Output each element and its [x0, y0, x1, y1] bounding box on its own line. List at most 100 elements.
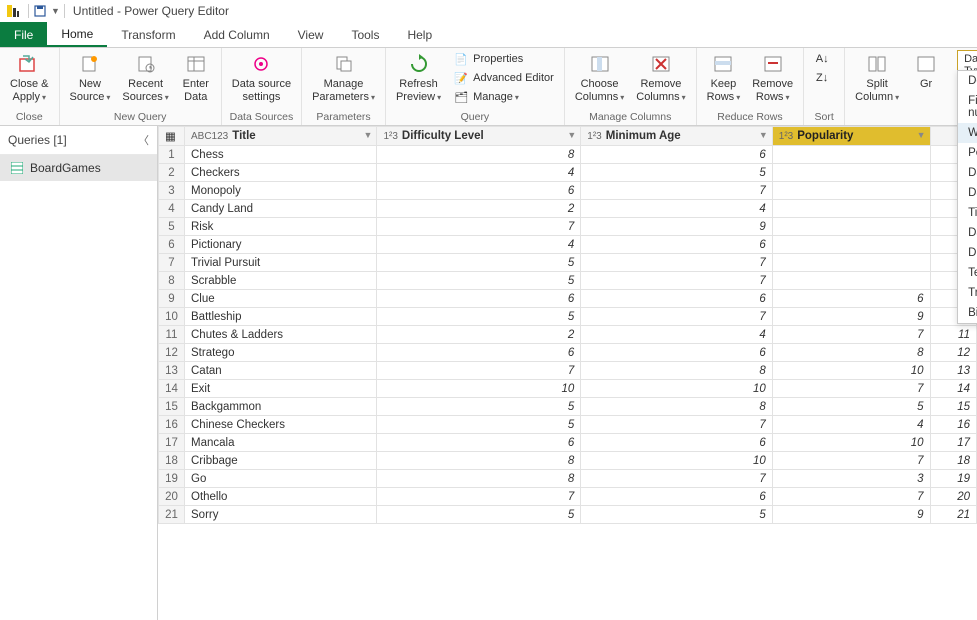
- cell[interactable]: Mancala: [185, 434, 377, 452]
- cell[interactable]: 2: [377, 326, 581, 344]
- new-source-button[interactable]: New Source: [66, 50, 115, 105]
- cell[interactable]: 5: [377, 254, 581, 272]
- cell[interactable]: Catan: [185, 362, 377, 380]
- cell[interactable]: 14: [930, 380, 976, 398]
- cell[interactable]: 19: [930, 470, 976, 488]
- advanced-editor-button[interactable]: 📝Advanced Editor: [449, 69, 558, 87]
- cell[interactable]: 7: [772, 326, 930, 344]
- cell[interactable]: [772, 164, 930, 182]
- cell[interactable]: Cribbage: [185, 452, 377, 470]
- cell[interactable]: Othello: [185, 488, 377, 506]
- cell[interactable]: 6: [581, 488, 772, 506]
- cell[interactable]: 7: [772, 488, 930, 506]
- cell[interactable]: [772, 200, 930, 218]
- cell[interactable]: Candy Land: [185, 200, 377, 218]
- cell[interactable]: 10: [377, 380, 581, 398]
- data-type-option[interactable]: True/False: [958, 283, 977, 303]
- cell[interactable]: Scrabble: [185, 272, 377, 290]
- table-row[interactable]: 6Pictionary466: [159, 236, 977, 254]
- cell[interactable]: 9: [772, 308, 930, 326]
- table-row[interactable]: 3Monopoly673: [159, 182, 977, 200]
- refresh-preview-button[interactable]: Refresh Preview: [392, 50, 445, 105]
- cell[interactable]: Go: [185, 470, 377, 488]
- cell[interactable]: 4: [581, 200, 772, 218]
- split-column-button[interactable]: Split Column: [851, 50, 903, 105]
- filter-icon[interactable]: ▼: [567, 130, 576, 140]
- data-type-option[interactable]: Text: [958, 263, 977, 283]
- cell[interactable]: 4: [772, 416, 930, 434]
- cell[interactable]: 6: [581, 290, 772, 308]
- cell[interactable]: Risk: [185, 218, 377, 236]
- table-row[interactable]: 10Battleship57910: [159, 308, 977, 326]
- data-grid[interactable]: ▦ABC123Title▼1²3Difficulty Level▼1²3Mini…: [158, 126, 977, 620]
- table-row[interactable]: 20Othello76720: [159, 488, 977, 506]
- tab-tools[interactable]: Tools: [337, 22, 393, 47]
- cell[interactable]: Backgammon: [185, 398, 377, 416]
- cell[interactable]: 6: [377, 434, 581, 452]
- cell[interactable]: 5: [377, 506, 581, 524]
- cell[interactable]: 6: [772, 290, 930, 308]
- cell[interactable]: [772, 218, 930, 236]
- cell[interactable]: 5: [377, 398, 581, 416]
- table-row[interactable]: 14Exit1010714: [159, 380, 977, 398]
- table-row[interactable]: 9Clue6669: [159, 290, 977, 308]
- cell[interactable]: 5: [581, 506, 772, 524]
- table-row[interactable]: 7Trivial Pursuit577: [159, 254, 977, 272]
- cell[interactable]: Monopoly: [185, 182, 377, 200]
- filter-icon[interactable]: ▼: [364, 130, 373, 140]
- cell[interactable]: 9: [772, 506, 930, 524]
- table-row[interactable]: 16Chinese Checkers57416: [159, 416, 977, 434]
- cell[interactable]: 7: [377, 218, 581, 236]
- manage-button[interactable]: 🗂Manage: [449, 88, 558, 106]
- query-item[interactable]: BoardGames: [0, 155, 157, 181]
- collapse-icon[interactable]: 〈: [138, 132, 149, 148]
- cell[interactable]: [772, 254, 930, 272]
- cell[interactable]: 8: [377, 470, 581, 488]
- table-row[interactable]: 5Risk795: [159, 218, 977, 236]
- cell[interactable]: 20: [930, 488, 976, 506]
- cell[interactable]: Pictionary: [185, 236, 377, 254]
- cell[interactable]: 7: [581, 416, 772, 434]
- table-row[interactable]: 1Chess861: [159, 146, 977, 164]
- cell[interactable]: [772, 236, 930, 254]
- cell[interactable]: 2: [377, 200, 581, 218]
- properties-button[interactable]: 📄Properties: [449, 50, 558, 68]
- sort-desc-button[interactable]: Z↓: [810, 69, 838, 87]
- tab-add-column[interactable]: Add Column: [190, 22, 284, 47]
- remove-rows-button[interactable]: Remove Rows: [748, 50, 797, 105]
- cell[interactable]: 4: [377, 164, 581, 182]
- data-type-option[interactable]: Duration: [958, 243, 977, 263]
- cell[interactable]: 7: [772, 452, 930, 470]
- cell[interactable]: Clue: [185, 290, 377, 308]
- data-type-option[interactable]: Binary: [958, 303, 977, 323]
- cell[interactable]: 7: [772, 380, 930, 398]
- data-type-option[interactable]: Date: [958, 183, 977, 203]
- cell[interactable]: 4: [581, 326, 772, 344]
- data-type-option[interactable]: Date/Time/Timezone: [958, 223, 977, 243]
- cell[interactable]: 5: [772, 398, 930, 416]
- close-apply-button[interactable]: Close & Apply: [6, 50, 53, 105]
- cell[interactable]: 10: [772, 362, 930, 380]
- cell[interactable]: 10: [772, 434, 930, 452]
- cell[interactable]: 7: [581, 182, 772, 200]
- cell[interactable]: 7: [581, 308, 772, 326]
- cell[interactable]: Chess: [185, 146, 377, 164]
- tab-file[interactable]: File: [0, 22, 47, 47]
- table-row[interactable]: 17Mancala661017: [159, 434, 977, 452]
- data-type-option[interactable]: Percentage: [958, 143, 977, 163]
- cell[interactable]: 15: [930, 398, 976, 416]
- filter-icon[interactable]: ▼: [759, 130, 768, 140]
- tab-help[interactable]: Help: [393, 22, 446, 47]
- table-row[interactable]: 18Cribbage810718: [159, 452, 977, 470]
- cell[interactable]: 7: [377, 488, 581, 506]
- sort-asc-button[interactable]: A↓: [810, 50, 838, 68]
- cell[interactable]: 6: [581, 434, 772, 452]
- cell[interactable]: 5: [377, 416, 581, 434]
- cell[interactable]: Trivial Pursuit: [185, 254, 377, 272]
- manage-parameters-button[interactable]: Manage Parameters: [308, 50, 379, 105]
- enter-data-button[interactable]: Enter Data: [177, 50, 215, 105]
- cell[interactable]: 5: [377, 308, 581, 326]
- tab-view[interactable]: View: [284, 22, 338, 47]
- data-type-option[interactable]: Time: [958, 203, 977, 223]
- cell[interactable]: 4: [377, 236, 581, 254]
